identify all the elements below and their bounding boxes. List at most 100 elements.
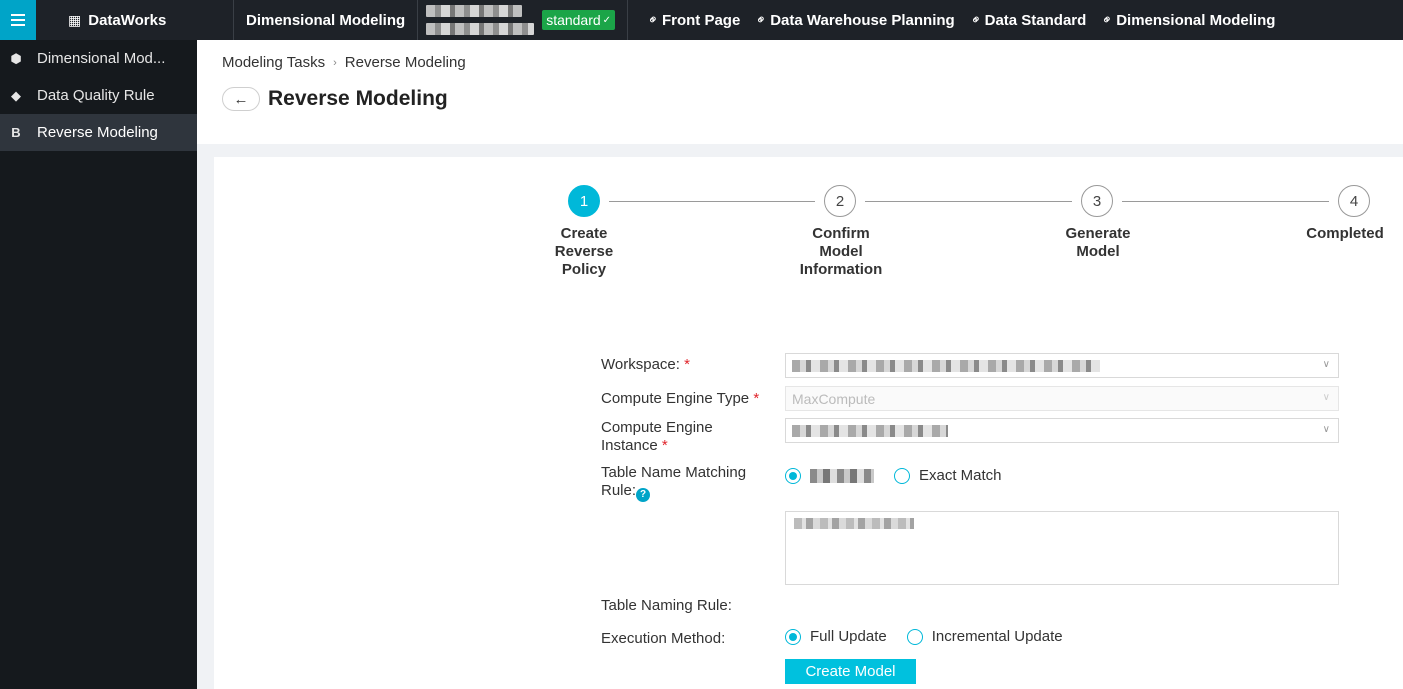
chevron-down-icon: ✓	[602, 14, 612, 26]
sidebar-item-data-quality-rule[interactable]: ◆ Data Quality Rule	[0, 77, 197, 114]
environment-badge[interactable]: standard ✓	[542, 10, 616, 30]
step-connector	[1122, 201, 1329, 202]
sidebar-item-label: Dimensional Mod...	[37, 50, 166, 67]
brand[interactable]: ▦ DataWorks	[36, 0, 234, 40]
step-label-line: Model	[1076, 243, 1120, 260]
breadcrumb-separator: ›	[333, 56, 337, 69]
radio-unchecked-icon	[906, 628, 923, 645]
breadcrumb-current: Reverse Modeling	[344, 54, 466, 71]
naming-rule-label: Table Naming Rule:	[601, 597, 732, 614]
step-4-circle: 4	[1338, 185, 1370, 217]
engine-type-label: Compute Engine Type *	[601, 390, 759, 408]
module-name[interactable]: Dimensional Modeling	[234, 0, 419, 40]
step-3-label: Generate Model	[1038, 225, 1158, 261]
chevron-down-icon: ∨	[1322, 392, 1330, 403]
link-label: Data Warehouse Planning	[770, 11, 955, 29]
step-3-circle: 3	[1081, 185, 1113, 217]
step-label-line: Confirm	[812, 225, 870, 242]
step-1-label: Create Reverse Policy	[524, 225, 644, 279]
step-progress: 1 2 3 4 Create Reverse Policy Confirm Mo…	[214, 157, 1403, 297]
link-front-page[interactable]: ⚭ Front Page	[644, 10, 741, 29]
brand-name: DataWorks	[88, 11, 167, 29]
workspace-id-redacted	[426, 23, 535, 35]
step-2-label: Confirm Model Information	[781, 225, 901, 279]
environment-label: standard	[546, 12, 601, 28]
workspace-switcher[interactable]	[426, 0, 535, 40]
sidebar-item-reverse-modeling[interactable]: B Reverse Modeling	[0, 114, 197, 151]
step-connector	[609, 201, 815, 202]
match-rule-option-redacted[interactable]	[785, 467, 874, 484]
radio-checked-icon	[785, 628, 801, 645]
option-label-redacted	[810, 468, 874, 483]
step-label-line: Model	[819, 243, 863, 260]
radio-checked-icon	[785, 467, 801, 484]
sidebar-item-dimensional-modeling[interactable]: ⬢ Dimensional Mod...	[0, 40, 197, 77]
option-label: Incremental Update	[931, 628, 1063, 645]
required-mark: *	[753, 390, 760, 407]
link-label: Front Page	[661, 11, 741, 29]
engine-instance-select[interactable]: ∨	[785, 418, 1339, 443]
quick-links: ⚭ Front Page ⚭ Data Warehouse Planning ⚭ Da…	[628, 0, 1275, 40]
step-label-line: Create	[560, 225, 608, 242]
required-mark: *	[684, 356, 690, 373]
link-icon: ⚭	[644, 10, 663, 29]
execution-option-incremental-update[interactable]: Incremental Update	[906, 628, 1063, 645]
help-icon[interactable]: ?	[636, 488, 651, 502]
breadcrumb: Modeling Tasks › Reverse Modeling	[222, 54, 466, 71]
link-label: Dimensional Modeling	[1116, 11, 1276, 29]
engine-instance-label: Compute Engine Instance *	[601, 419, 713, 455]
execution-option-full-update[interactable]: Full Update	[785, 628, 887, 645]
cube-icon: ⬢	[10, 50, 22, 66]
link-dimensional-modeling[interactable]: ⚭ Dimensional Modeling	[1098, 10, 1276, 29]
workspace-name-redacted	[426, 5, 523, 17]
page-title: Reverse Modeling	[268, 87, 448, 110]
link-icon: ⚭	[966, 10, 985, 29]
page-header: Modeling Tasks › Reverse Modeling ← Reve…	[197, 40, 1403, 144]
sidebar: ⬢ Dimensional Mod... ◆ Data Quality Rule…	[0, 40, 197, 689]
chevron-down-icon: ∨	[1322, 424, 1330, 435]
match-rule-textarea[interactable]	[785, 511, 1339, 585]
dataworks-logo-icon: ▦	[68, 11, 82, 28]
link-label: Data Standard	[984, 11, 1087, 29]
step-1-circle: 1	[568, 185, 600, 217]
match-rule-option-exact[interactable]: Exact Match	[894, 467, 1002, 484]
label-text: Table Name Matching	[601, 464, 747, 481]
match-rule-label: Table Name Matching Rule:?	[601, 464, 746, 502]
step-label-line: Completed	[1306, 225, 1384, 242]
match-rule-radio-group: Exact Match	[785, 467, 1012, 484]
breadcrumb-modeling-tasks[interactable]: Modeling Tasks	[222, 54, 325, 71]
option-label: Exact Match	[919, 467, 1002, 484]
label-text: Compute Engine Type	[601, 390, 750, 407]
diamond-icon: ◆	[11, 87, 21, 103]
top-bar: ▦ DataWorks Dimensional Modeling standar…	[0, 0, 1403, 40]
label-text: Rule:	[601, 482, 637, 499]
workspace-value-redacted	[792, 359, 1100, 372]
link-icon: ⚭	[1098, 10, 1117, 29]
radio-unchecked-icon	[894, 467, 910, 484]
step-label-line: Generate	[1065, 225, 1131, 242]
chevron-down-icon: ∨	[1322, 359, 1330, 370]
execution-method-label: Execution Method:	[601, 630, 726, 647]
workspace-label: Workspace: *	[601, 356, 690, 374]
content-card: 1 2 3 4 Create Reverse Policy Confirm Mo…	[214, 157, 1403, 689]
textarea-value-redacted	[794, 518, 914, 529]
required-mark: *	[661, 437, 668, 454]
title-row: ← Reverse Modeling	[222, 87, 448, 111]
step-4-label: Completed	[1295, 225, 1395, 243]
arrow-left-icon: ←	[233, 90, 249, 108]
back-button[interactable]: ←	[222, 87, 260, 111]
hamburger-menu-icon[interactable]	[0, 0, 36, 40]
label-text: Instance	[601, 437, 658, 454]
create-model-button[interactable]: Create Model	[785, 659, 916, 684]
option-label: Full Update	[810, 628, 887, 645]
workspace-select[interactable]: ∨	[785, 353, 1339, 378]
step-connector	[865, 201, 1072, 202]
link-data-warehouse-planning[interactable]: ⚭ Data Warehouse Planning	[752, 10, 955, 29]
link-data-standard[interactable]: ⚭ Data Standard	[967, 10, 1087, 29]
engine-type-select: MaxCompute ∨	[785, 386, 1339, 411]
step-2-circle: 2	[824, 185, 856, 217]
sidebar-item-label: Reverse Modeling	[37, 124, 158, 141]
reverse-model-icon: B	[11, 125, 21, 140]
label-text: Compute Engine	[601, 419, 713, 436]
step-label-line: Information	[799, 261, 883, 278]
